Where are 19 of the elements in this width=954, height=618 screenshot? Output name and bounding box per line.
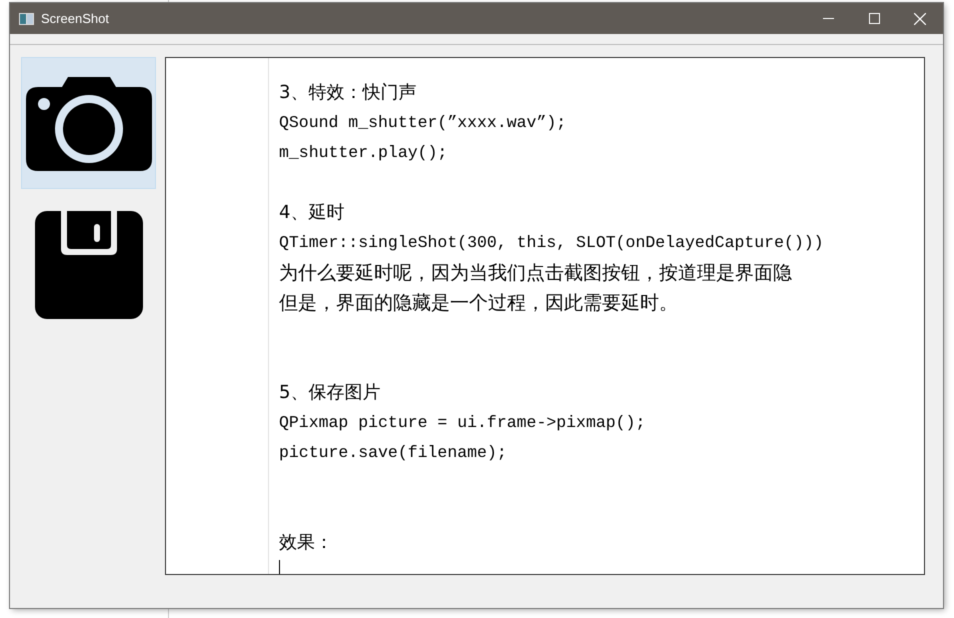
maximize-icon[interactable] [868,13,880,24]
app-icon [19,12,34,24]
section-heading: 3、特效：快门声 [279,82,416,103]
code-line: m_shutter.play(); [279,143,448,162]
text-editor[interactable] [165,57,925,575]
section-heading: 效果： [279,532,333,553]
camera-icon [24,75,154,171]
text-line: 为什么要延时呢，因为当我们点击截图按钮，按道理是界面隐 [279,262,792,284]
text-line: 但是，界面的隐藏是一个过程，因此需要延时。 [279,292,678,314]
code-line: picture.save(filename); [279,443,507,462]
code-line: QPixmap picture = ui.frame->pixmap(); [279,413,646,432]
window-title: ScreenShot [41,11,110,26]
code-line: QSound m_shutter(”xxxx.wav”); [279,113,566,132]
close-icon[interactable] [914,12,926,24]
minimize-icon[interactable] [822,18,834,19]
code-line: QTimer::singleShot(300, this, SLOT(onDelayedCapture())) [279,233,824,252]
capture-button[interactable] [21,57,156,189]
section-heading: 4、延时 [279,202,344,223]
section-heading: 5、保存图片 [279,382,380,403]
